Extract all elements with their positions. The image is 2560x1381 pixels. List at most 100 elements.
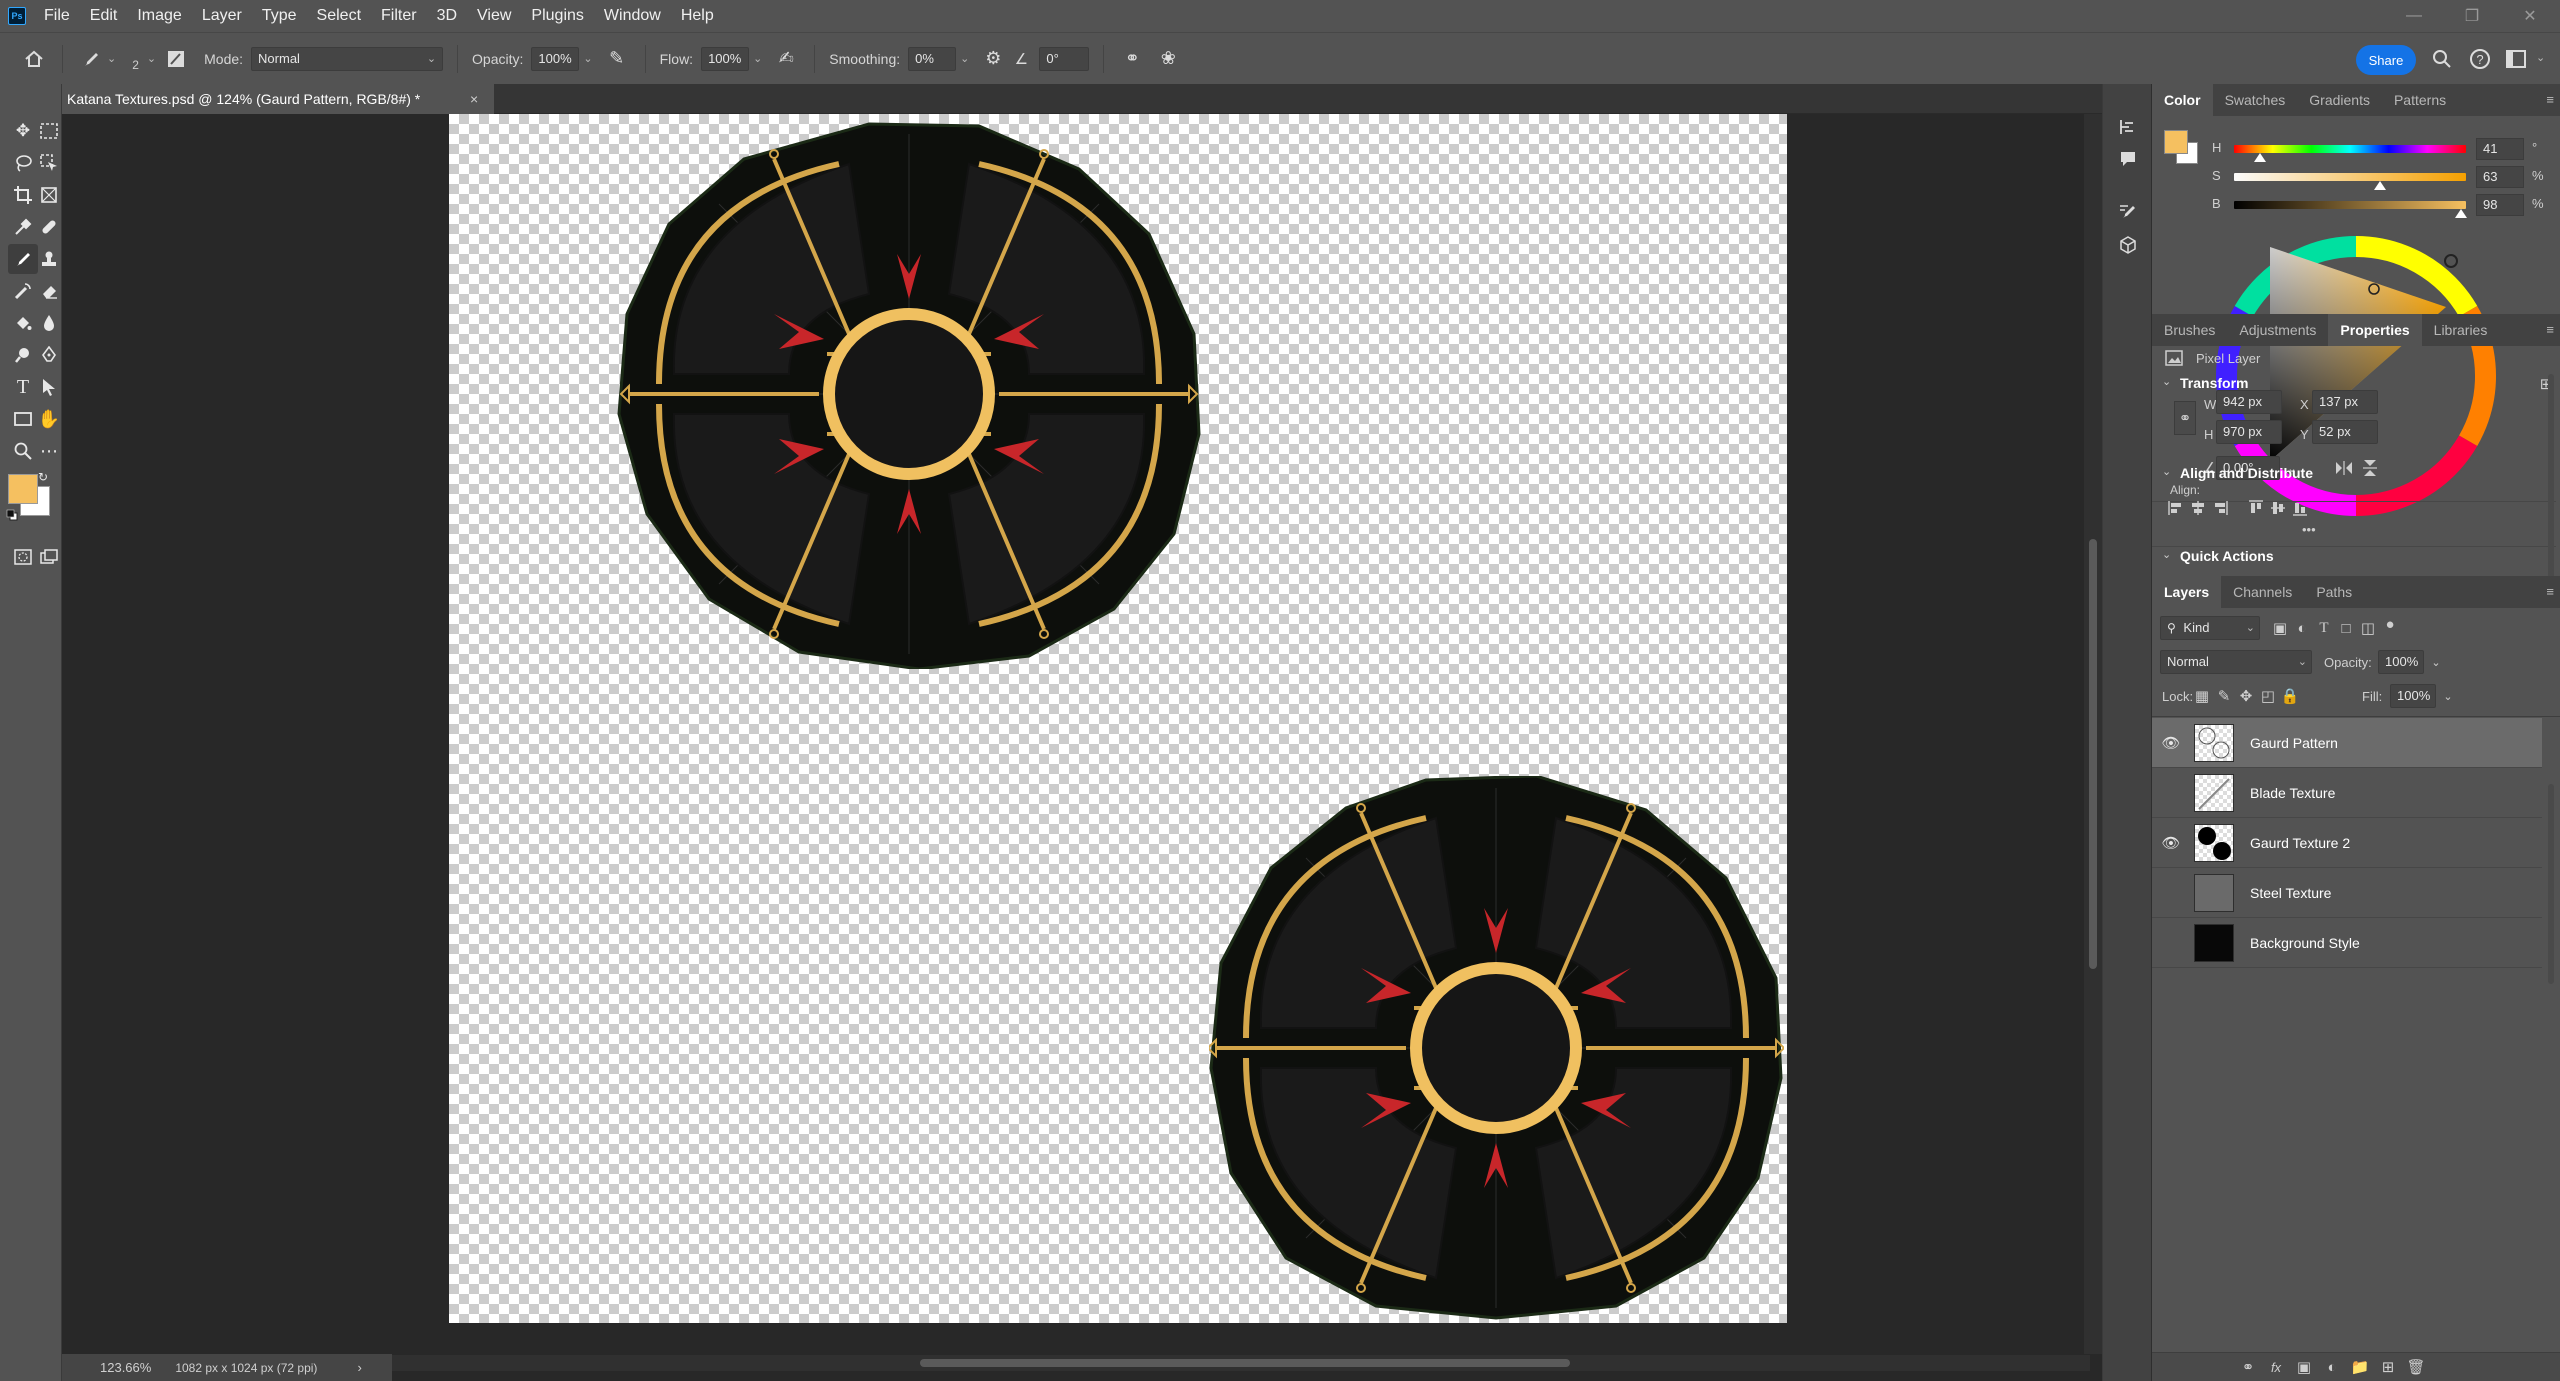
align-distribute-title[interactable]: Align and Distribute [2180, 465, 2313, 481]
visibility-eye-icon[interactable]: 👁 [2160, 732, 2182, 754]
filter-shape-layers-icon[interactable]: □ [2334, 616, 2358, 640]
share-button[interactable]: Share [2356, 45, 2416, 75]
filter-pixel-layers-icon[interactable]: ▣ [2268, 616, 2292, 640]
clone-stamp-tool-icon[interactable] [34, 244, 64, 274]
help-icon[interactable]: ? [2466, 45, 2494, 73]
document-canvas[interactable] [449, 114, 1787, 1323]
saturation-slider-knob[interactable] [2374, 181, 2387, 190]
brush-size-label[interactable]: 2 [132, 58, 139, 72]
hue-slider-knob[interactable] [2253, 153, 2266, 162]
x-input[interactable]: 137 px [2312, 390, 2378, 414]
layer-style-fx-icon[interactable]: fx [2264, 1355, 2288, 1379]
delete-layer-icon[interactable]: 🗑 [2404, 1355, 2428, 1379]
menu-help[interactable]: Help [671, 0, 724, 32]
chevron-down-icon[interactable]: ⌄ [960, 52, 969, 65]
panel-menu-icon[interactable]: ≡ [2546, 314, 2554, 346]
workspace-icon[interactable] [2502, 45, 2530, 73]
layer-row-blade-texture[interactable]: 👁 Blade Texture [2152, 768, 2542, 818]
layer-name[interactable]: Blade Texture [2250, 768, 2335, 818]
tab-gradients[interactable]: Gradients [2297, 84, 2382, 116]
layer-row-gaurd-pattern[interactable]: 👁 Gaurd Pattern [2152, 718, 2542, 768]
menu-select[interactable]: Select [307, 0, 371, 32]
filter-type-layers-icon[interactable]: T [2312, 616, 2336, 640]
chevron-down-icon[interactable]: ⌄ [2436, 684, 2460, 708]
panel-menu-icon[interactable]: ≡ [2546, 84, 2554, 116]
healing-brush-tool-icon[interactable] [34, 212, 64, 242]
tab-paths[interactable]: Paths [2304, 576, 2364, 608]
foreground-color-swatch[interactable] [8, 474, 38, 504]
screen-mode-icon[interactable] [34, 542, 64, 572]
menu-file[interactable]: File [34, 0, 80, 32]
adjustment-layer-icon[interactable]: ◐ [2320, 1355, 2344, 1379]
tab-libraries[interactable]: Libraries [2422, 314, 2500, 346]
link-layers-icon[interactable]: ⚭ [2236, 1355, 2260, 1379]
pen-tool-icon[interactable] [34, 340, 64, 370]
lock-all-icon[interactable]: 🔒 [2278, 684, 2302, 708]
chevron-down-icon[interactable]: ⌄ [107, 52, 116, 65]
mode-dropdown[interactable]: Normal ⌄ [251, 46, 444, 71]
align-right-icon[interactable] [2208, 496, 2232, 520]
layer-filter-kind[interactable]: ⚲ Kind ⌄ [2160, 616, 2260, 640]
chevron-down-icon[interactable]: ⌄ [2424, 650, 2448, 674]
chevron-down-icon[interactable]: ⌄ [2162, 548, 2171, 561]
quick-actions-title[interactable]: Quick Actions [2180, 548, 2274, 564]
smoothing-gear-icon[interactable]: ⚙ [979, 45, 1007, 73]
menu-3d[interactable]: 3D [427, 0, 467, 32]
object-selection-tool-icon[interactable] [34, 148, 64, 178]
swap-colors-icon[interactable]: ↻ [38, 470, 48, 484]
restore-icon[interactable]: ❐ [2446, 0, 2498, 32]
chevron-down-icon[interactable]: ⌄ [147, 52, 156, 65]
width-input[interactable]: 942 px [2216, 390, 2282, 414]
saturation-track[interactable] [2234, 173, 2466, 181]
menu-layer[interactable]: Layer [192, 0, 252, 32]
airbrush-icon[interactable]: ✍ [772, 45, 800, 73]
fill-input[interactable]: 100% [2390, 684, 2436, 708]
chevron-down-icon[interactable]: ⌄ [2162, 375, 2171, 388]
new-layer-icon[interactable]: ⊞ [2376, 1355, 2400, 1379]
menu-plugins[interactable]: Plugins [521, 0, 593, 32]
menu-type[interactable]: Type [252, 0, 307, 32]
new-group-icon[interactable]: 📁 [2348, 1355, 2372, 1379]
chevron-down-icon[interactable]: ⌄ [753, 52, 762, 65]
layer-name[interactable]: Gaurd Pattern [2250, 718, 2338, 768]
blend-mode-dropdown[interactable]: Normal ⌄ [2160, 650, 2312, 674]
brush-settings-icon[interactable] [162, 45, 190, 73]
vertical-scrollbar[interactable] [2084, 114, 2102, 1354]
layer-name[interactable]: Gaurd Texture 2 [2250, 818, 2350, 868]
3d-panel-icon[interactable] [2113, 230, 2143, 260]
layer-name[interactable]: Background Style [2250, 918, 2360, 968]
opacity-input[interactable]: 100% [531, 46, 580, 71]
brightness-input[interactable]: 98 [2476, 194, 2524, 216]
lock-image-pixels-icon[interactable]: ✎ [2212, 684, 2236, 708]
chevron-down-icon[interactable]: ⌄ [2536, 51, 2545, 64]
layer-opacity-input[interactable]: 100% [2378, 650, 2424, 674]
default-colors-icon[interactable] [6, 508, 18, 521]
canvas-area[interactable] [62, 114, 2084, 1354]
align-left-icon[interactable] [2164, 496, 2188, 520]
home-icon[interactable] [20, 45, 48, 73]
status-arrow-icon[interactable]: › [357, 1360, 361, 1375]
layer-row-steel-texture[interactable]: 👁 Steel Texture [2152, 868, 2542, 918]
hue-track[interactable] [2234, 145, 2466, 153]
more-align-options-icon[interactable]: ••• [2302, 522, 2316, 537]
visibility-eye-icon[interactable]: 👁 [2160, 832, 2182, 854]
pressure-size-icon[interactable]: ⚭ [1118, 45, 1146, 73]
color-wheel[interactable] [2206, 226, 2506, 526]
brush-angle-input[interactable]: 0° [1039, 46, 1090, 71]
menu-window[interactable]: Window [594, 0, 671, 32]
filter-smart-objects-icon[interactable]: ◫ [2356, 616, 2380, 640]
menu-edit[interactable]: Edit [80, 0, 128, 32]
menu-filter[interactable]: Filter [371, 0, 427, 32]
search-icon[interactable] [2428, 45, 2456, 73]
smoothing-input[interactable]: 0% [908, 46, 957, 71]
flip-horizontal-icon[interactable] [2332, 456, 2356, 480]
marquee-tool-icon[interactable] [34, 116, 64, 146]
eraser-tool-icon[interactable] [34, 276, 64, 306]
comments-icon[interactable] [2113, 144, 2143, 174]
add-to-swatches-icon[interactable]: ⊞ [2534, 372, 2558, 396]
tab-adjustments[interactable]: Adjustments [2227, 314, 2328, 346]
align-bottom-icon[interactable] [2288, 496, 2312, 520]
tab-color[interactable]: Color [2152, 84, 2213, 116]
chevron-down-icon[interactable]: ⌄ [2162, 465, 2171, 478]
vertical-scroll-thumb[interactable] [2089, 539, 2097, 969]
